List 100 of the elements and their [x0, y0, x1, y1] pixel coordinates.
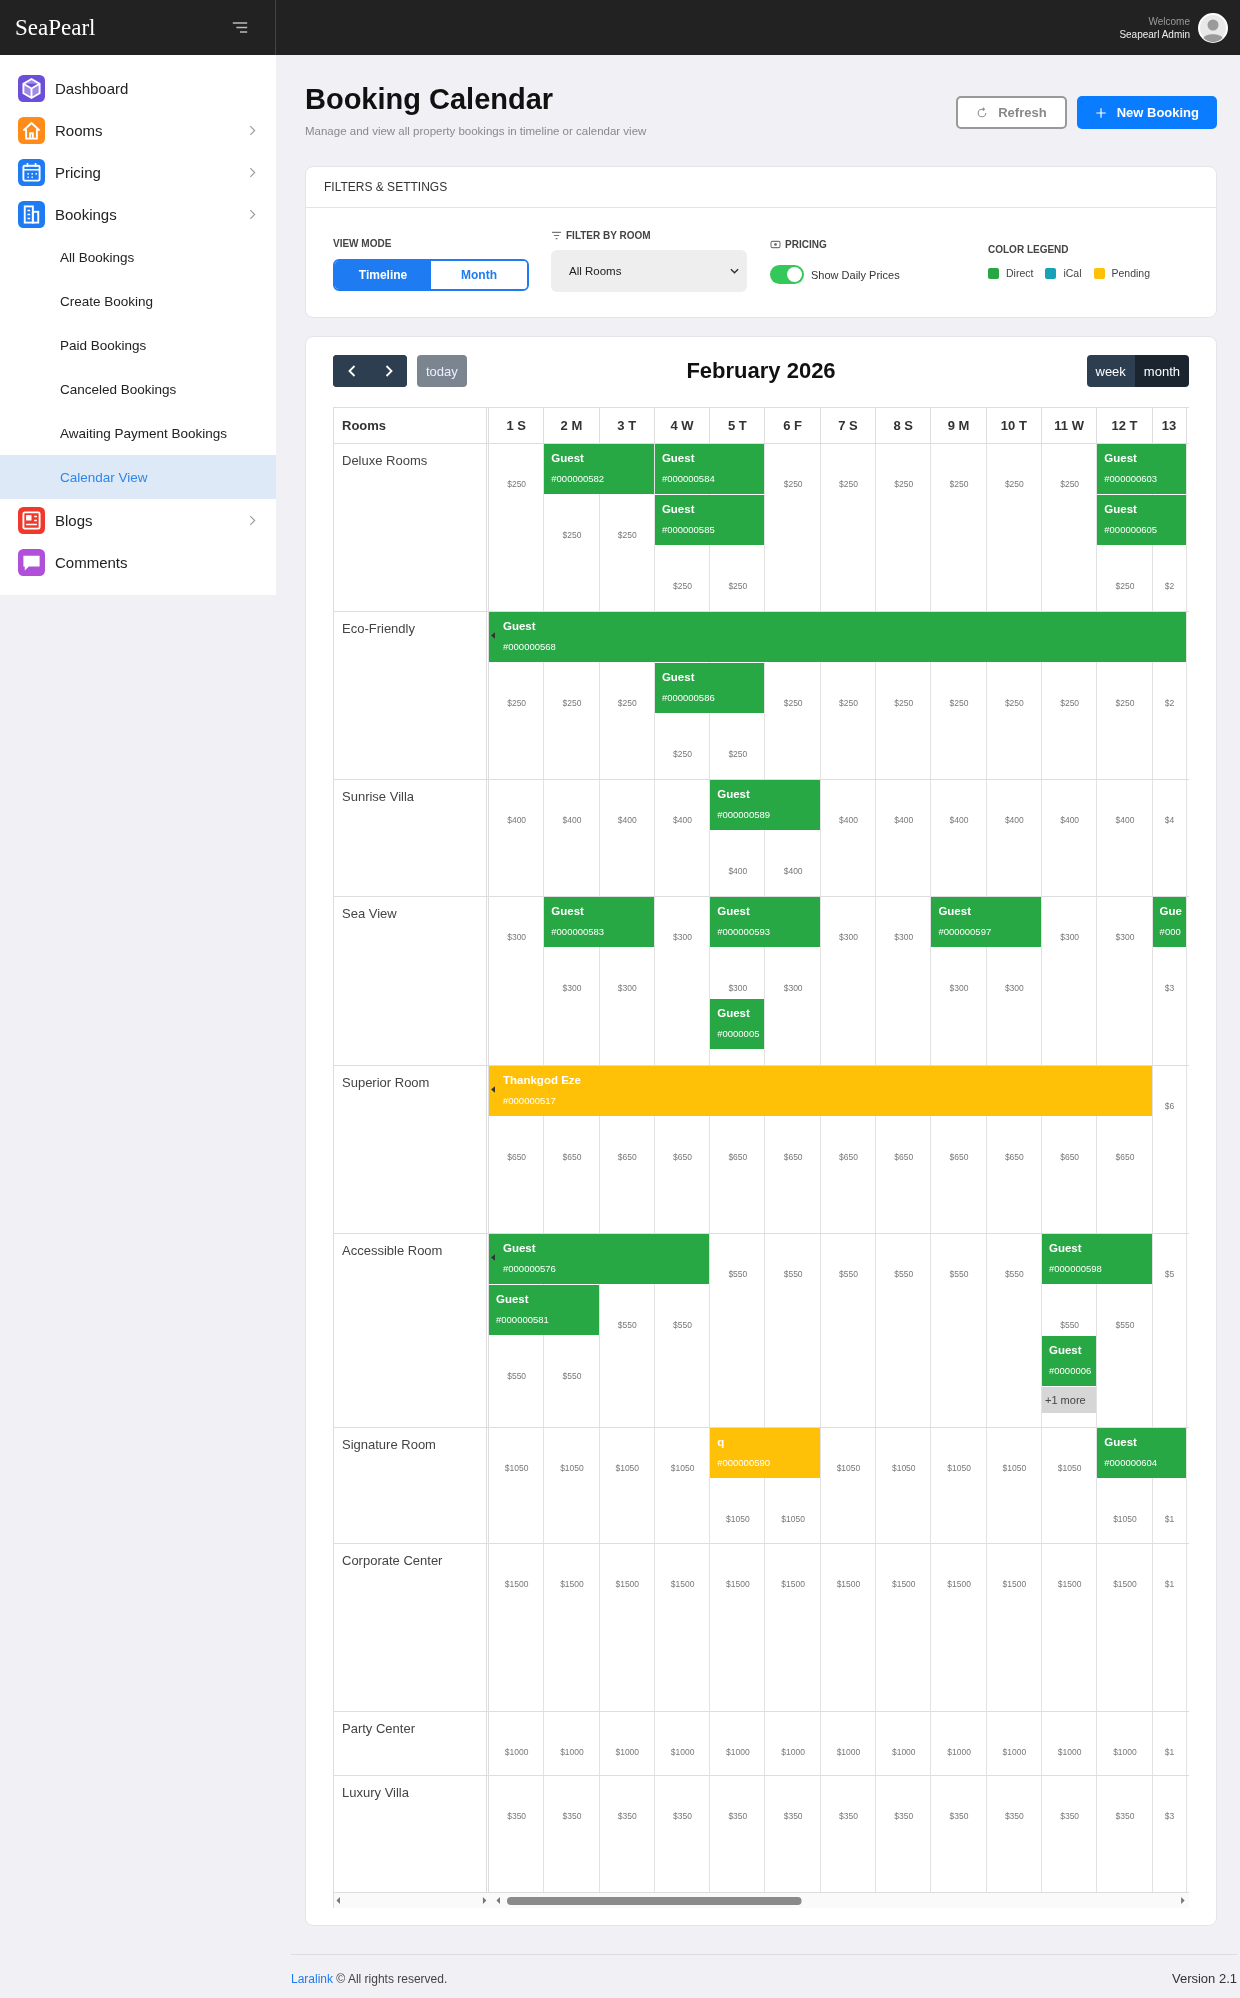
room-name: Sunrise Villa: [334, 780, 489, 896]
sidebar-item[interactable]: Bookings: [0, 193, 276, 235]
submenu-item[interactable]: Paid Bookings: [0, 323, 276, 367]
guest-name: Thankgod Eze: [503, 1074, 582, 1086]
price-label: $400: [839, 815, 858, 825]
submenu-item[interactable]: All Bookings: [0, 235, 276, 279]
chevron-left-icon: [347, 365, 356, 377]
price-label: $250: [673, 581, 692, 591]
booking-event[interactable]: Guest #000000585: [654, 495, 765, 545]
sidebar-item[interactable]: Comments: [0, 541, 276, 583]
avatar-icon[interactable]: [1198, 12, 1228, 43]
price-label: $250: [617, 530, 637, 540]
price-label: $350: [783, 1811, 803, 1821]
room-select[interactable]: All Rooms: [551, 250, 747, 292]
price-label: $300: [1115, 932, 1135, 942]
price-label: $400: [728, 866, 748, 876]
price-label: $1500: [1113, 1579, 1137, 1589]
day-header: 4 W: [654, 408, 711, 443]
booking-number: #000000583: [551, 926, 606, 937]
price-toggle[interactable]: [770, 265, 804, 284]
price-label: $1000: [560, 1747, 584, 1757]
chevron-right-icon: [384, 365, 393, 377]
booking-event[interactable]: Guest #0000005: [710, 999, 765, 1049]
price-label: $400: [507, 815, 527, 825]
booking-event[interactable]: Guest #000000603: [1097, 444, 1186, 494]
new-booking-button[interactable]: New Booking: [1076, 96, 1217, 129]
price-label: $1500: [615, 1579, 640, 1589]
price-label: $250: [507, 479, 527, 489]
submenu-item[interactable]: Awaiting Payment Bookings: [0, 411, 276, 455]
price-label: $400: [894, 815, 914, 825]
price-label: $5: [1164, 1269, 1175, 1279]
booking-number: #000000598: [1049, 1263, 1103, 1274]
booking-event[interactable]: Guest #0000006: [1042, 1336, 1097, 1386]
booking-number: #000000517: [503, 1095, 557, 1106]
day-header: 3 T: [599, 408, 655, 443]
refresh-button[interactable]: Refresh: [956, 96, 1067, 129]
view-tab[interactable]: week: [1086, 355, 1135, 387]
price-label: $1050: [1002, 1463, 1027, 1473]
price-label: $1500: [781, 1579, 805, 1589]
sidebar-item[interactable]: Rooms: [0, 109, 276, 151]
booking-event[interactable]: Guest #000000593: [710, 897, 820, 947]
sidebar-item[interactable]: Pricing: [0, 151, 276, 193]
price-label: $1000: [1113, 1747, 1137, 1757]
price-label: $550: [617, 1320, 637, 1330]
brand-logo[interactable]: SeaPearl: [15, 14, 96, 41]
booking-event[interactable]: Guest #000000605: [1097, 495, 1186, 545]
price-label: $650: [1115, 1152, 1135, 1162]
sidebar-item[interactable]: Blogs: [0, 499, 276, 541]
guest-name: Guest: [1049, 1242, 1083, 1254]
price-label: $350: [507, 1811, 527, 1821]
today-button[interactable]: today: [417, 355, 467, 387]
booking-number: #000000589: [717, 809, 772, 820]
guest-name: Guest: [717, 788, 751, 800]
guest-name: Guest: [938, 905, 972, 917]
legend-label: iCal: [1063, 267, 1082, 279]
menu-icon[interactable]: [231, 21, 249, 34]
version-text: Version 2.1: [1171, 1971, 1237, 1986]
booking-event[interactable]: Gue #000: [1152, 897, 1186, 947]
booking-event[interactable]: Guest #000000583: [544, 897, 654, 947]
more-link[interactable]: +1 more: [1042, 1387, 1097, 1413]
price-label: $400: [673, 815, 692, 825]
booking-event[interactable]: Guest #000000589: [710, 780, 820, 830]
price-label: $1050: [670, 1463, 695, 1473]
price-label: $550: [839, 1269, 858, 1279]
chat-bubble-icon: [18, 548, 45, 576]
booking-event[interactable]: Guest #000000598: [1042, 1234, 1152, 1284]
price-label: $4: [1164, 815, 1175, 825]
sidebar-item[interactable]: Dashboard: [0, 67, 276, 109]
footer-link[interactable]: Laralink: [291, 1971, 334, 1986]
field-label: PRICING: [785, 239, 827, 250]
price-label: $650: [894, 1152, 914, 1162]
card-title: FILTERS & SETTINGS: [306, 167, 1216, 208]
price-label: $250: [673, 749, 692, 759]
submenu-item[interactable]: Canceled Bookings: [0, 367, 276, 411]
view-tab[interactable]: month: [1134, 355, 1189, 387]
submenu-item[interactable]: Calendar View: [0, 455, 276, 499]
price-label: $250: [783, 698, 803, 708]
booking-event[interactable]: Guest #000000597: [931, 897, 1041, 947]
price-label: $1050: [836, 1463, 861, 1473]
price-label: $1050: [1057, 1463, 1082, 1473]
booking-event[interactable]: Guest #000000586: [654, 663, 765, 713]
booking-event[interactable]: Guest #000000568: [489, 612, 1186, 662]
left-caret-icon: [491, 1086, 495, 1093]
guest-name: Guest: [551, 452, 585, 464]
price-label: $350: [562, 1811, 582, 1821]
submenu-item[interactable]: Create Booking: [0, 279, 276, 323]
price-label: $1000: [891, 1747, 916, 1757]
booking-number: #000000582: [551, 473, 606, 484]
booking-event[interactable]: Guest #000000581: [489, 1285, 599, 1335]
day-header: 13: [1152, 408, 1187, 443]
booking-number: #000000597: [938, 926, 993, 937]
booking-event[interactable]: Guest #000000584: [654, 444, 765, 494]
view-mode-tab[interactable]: Timeline: [335, 261, 431, 289]
price-label: $350: [894, 1811, 914, 1821]
booking-event[interactable]: Guest #000000604: [1097, 1428, 1186, 1478]
booking-event[interactable]: Guest #000000576: [489, 1234, 710, 1284]
price-label: $250: [1004, 479, 1024, 489]
filter-icon: [551, 231, 562, 240]
booking-event[interactable]: Guest #000000582: [544, 444, 654, 494]
page-subtitle: Manage and view all property bookings in timeline or calendar view: [305, 125, 647, 137]
